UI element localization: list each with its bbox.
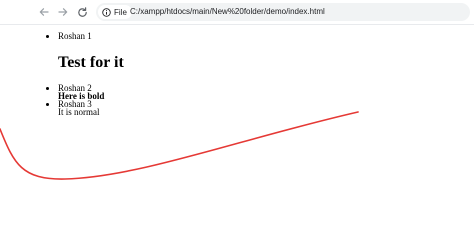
red-curve — [0, 111, 359, 180]
forward-button[interactable] — [55, 4, 71, 20]
arrow-right-icon — [58, 8, 68, 16]
url-text[interactable]: C:/xampp/htdocs/main/New%20folder/demo/i… — [130, 6, 325, 18]
site-chip-label: File — [114, 7, 127, 17]
curve-path — [0, 111, 359, 180]
info-circle-icon — [102, 7, 111, 17]
address-bar[interactable]: File C:/xampp/htdocs/main/New%20folder/d… — [96, 3, 470, 21]
back-button[interactable] — [36, 4, 52, 20]
site-info-chip[interactable]: File — [98, 5, 132, 19]
reload-button[interactable] — [74, 4, 90, 20]
browser-toolbar: File C:/xampp/htdocs/main/New%20folder/d… — [0, 0, 474, 25]
reload-icon — [77, 6, 87, 17]
page-content: Roshan 1 Test for it Roshan 2 Here is bo… — [0, 24, 474, 209]
arrow-left-icon — [39, 8, 49, 16]
